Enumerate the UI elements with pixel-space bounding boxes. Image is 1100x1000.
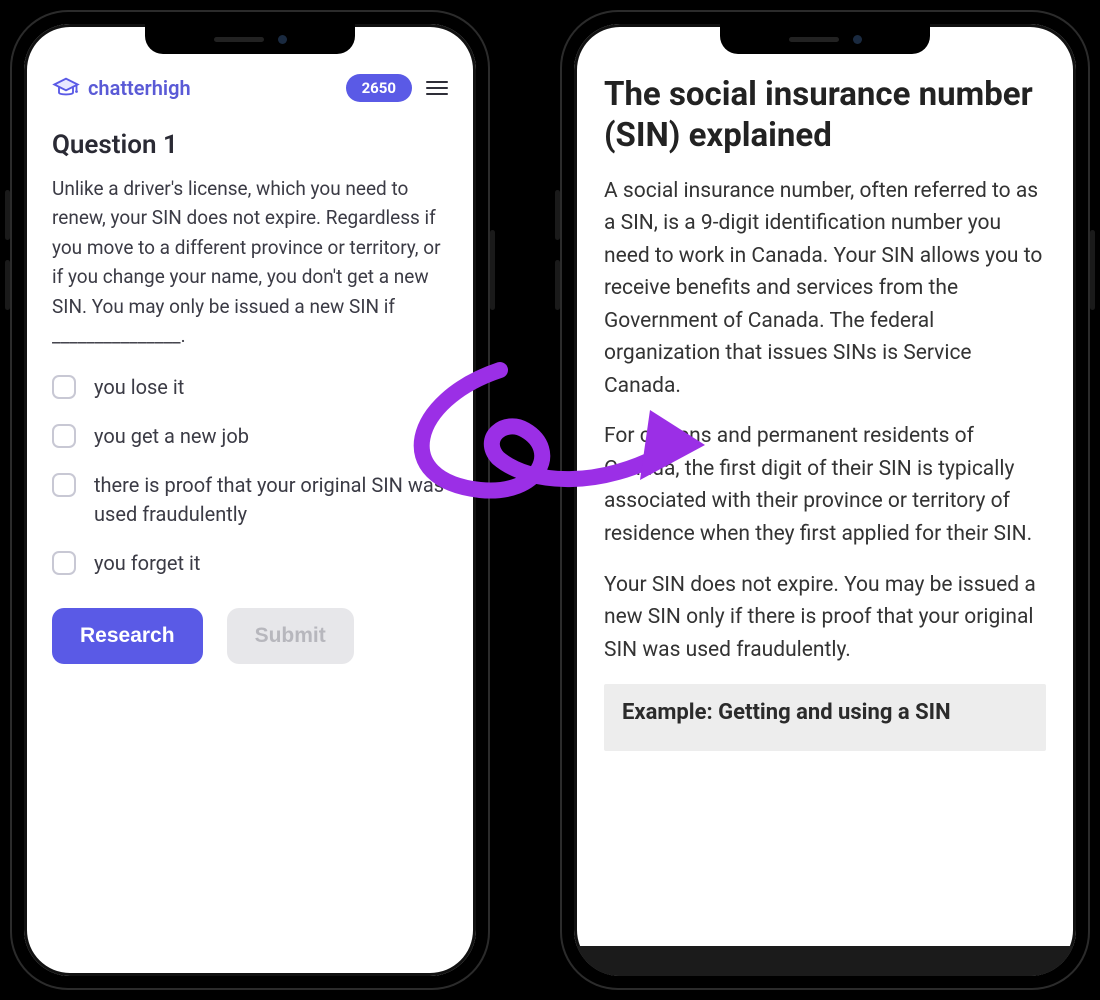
example-callout: Example: Getting and using a SIN: [604, 684, 1046, 751]
bottom-bar: [574, 946, 1076, 976]
brand-logo[interactable]: chatterhigh: [52, 74, 191, 102]
option-label: you lose it: [94, 373, 184, 402]
phone-side-button: [5, 190, 10, 240]
option-label: you get a new job: [94, 422, 249, 451]
checkbox-icon[interactable]: [52, 375, 76, 399]
article-title: The social insurance number (SIN) explai…: [604, 74, 1046, 157]
phone-side-button: [555, 260, 560, 310]
checkbox-icon[interactable]: [52, 424, 76, 448]
article-view[interactable]: The social insurance number (SIN) explai…: [574, 24, 1076, 976]
option-label: there is proof that your original SIN wa…: [94, 471, 448, 529]
phone-notch: [720, 24, 930, 54]
phone-side-button: [490, 230, 495, 310]
option-3[interactable]: there is proof that your original SIN wa…: [52, 471, 448, 529]
graduation-cap-icon: [52, 74, 80, 102]
brand-name: chatterhigh: [88, 76, 191, 100]
checkbox-icon[interactable]: [52, 473, 76, 497]
submit-button[interactable]: Submit: [227, 608, 354, 664]
phone-mockup-left: chatterhigh 2650 Question 1 Unlike a dri…: [10, 10, 490, 990]
option-label: you forget it: [94, 549, 200, 578]
phone-mockup-right: The social insurance number (SIN) explai…: [560, 10, 1090, 990]
article-paragraph: Your SIN does not expire. You may be iss…: [604, 569, 1046, 667]
options-list: you lose it you get a new job there is p…: [52, 373, 448, 578]
article-paragraph: For citizens and permanent residents of …: [604, 420, 1046, 550]
option-4[interactable]: you forget it: [52, 549, 448, 578]
checkbox-icon[interactable]: [52, 551, 76, 575]
phone-side-button: [1090, 230, 1095, 310]
phone-side-button: [5, 260, 10, 310]
example-heading: Example: Getting and using a SIN: [622, 700, 1028, 725]
phone-notch: [145, 24, 355, 54]
research-button[interactable]: Research: [52, 608, 203, 664]
question-body: Unlike a driver's license, which you nee…: [52, 174, 448, 351]
option-1[interactable]: you lose it: [52, 373, 448, 402]
menu-icon[interactable]: [426, 81, 448, 95]
points-badge[interactable]: 2650: [346, 74, 412, 102]
question-title: Question 1: [52, 130, 448, 160]
phone-side-button: [555, 190, 560, 240]
article-paragraph: A social insurance number, often referre…: [604, 175, 1046, 403]
option-2[interactable]: you get a new job: [52, 422, 448, 451]
